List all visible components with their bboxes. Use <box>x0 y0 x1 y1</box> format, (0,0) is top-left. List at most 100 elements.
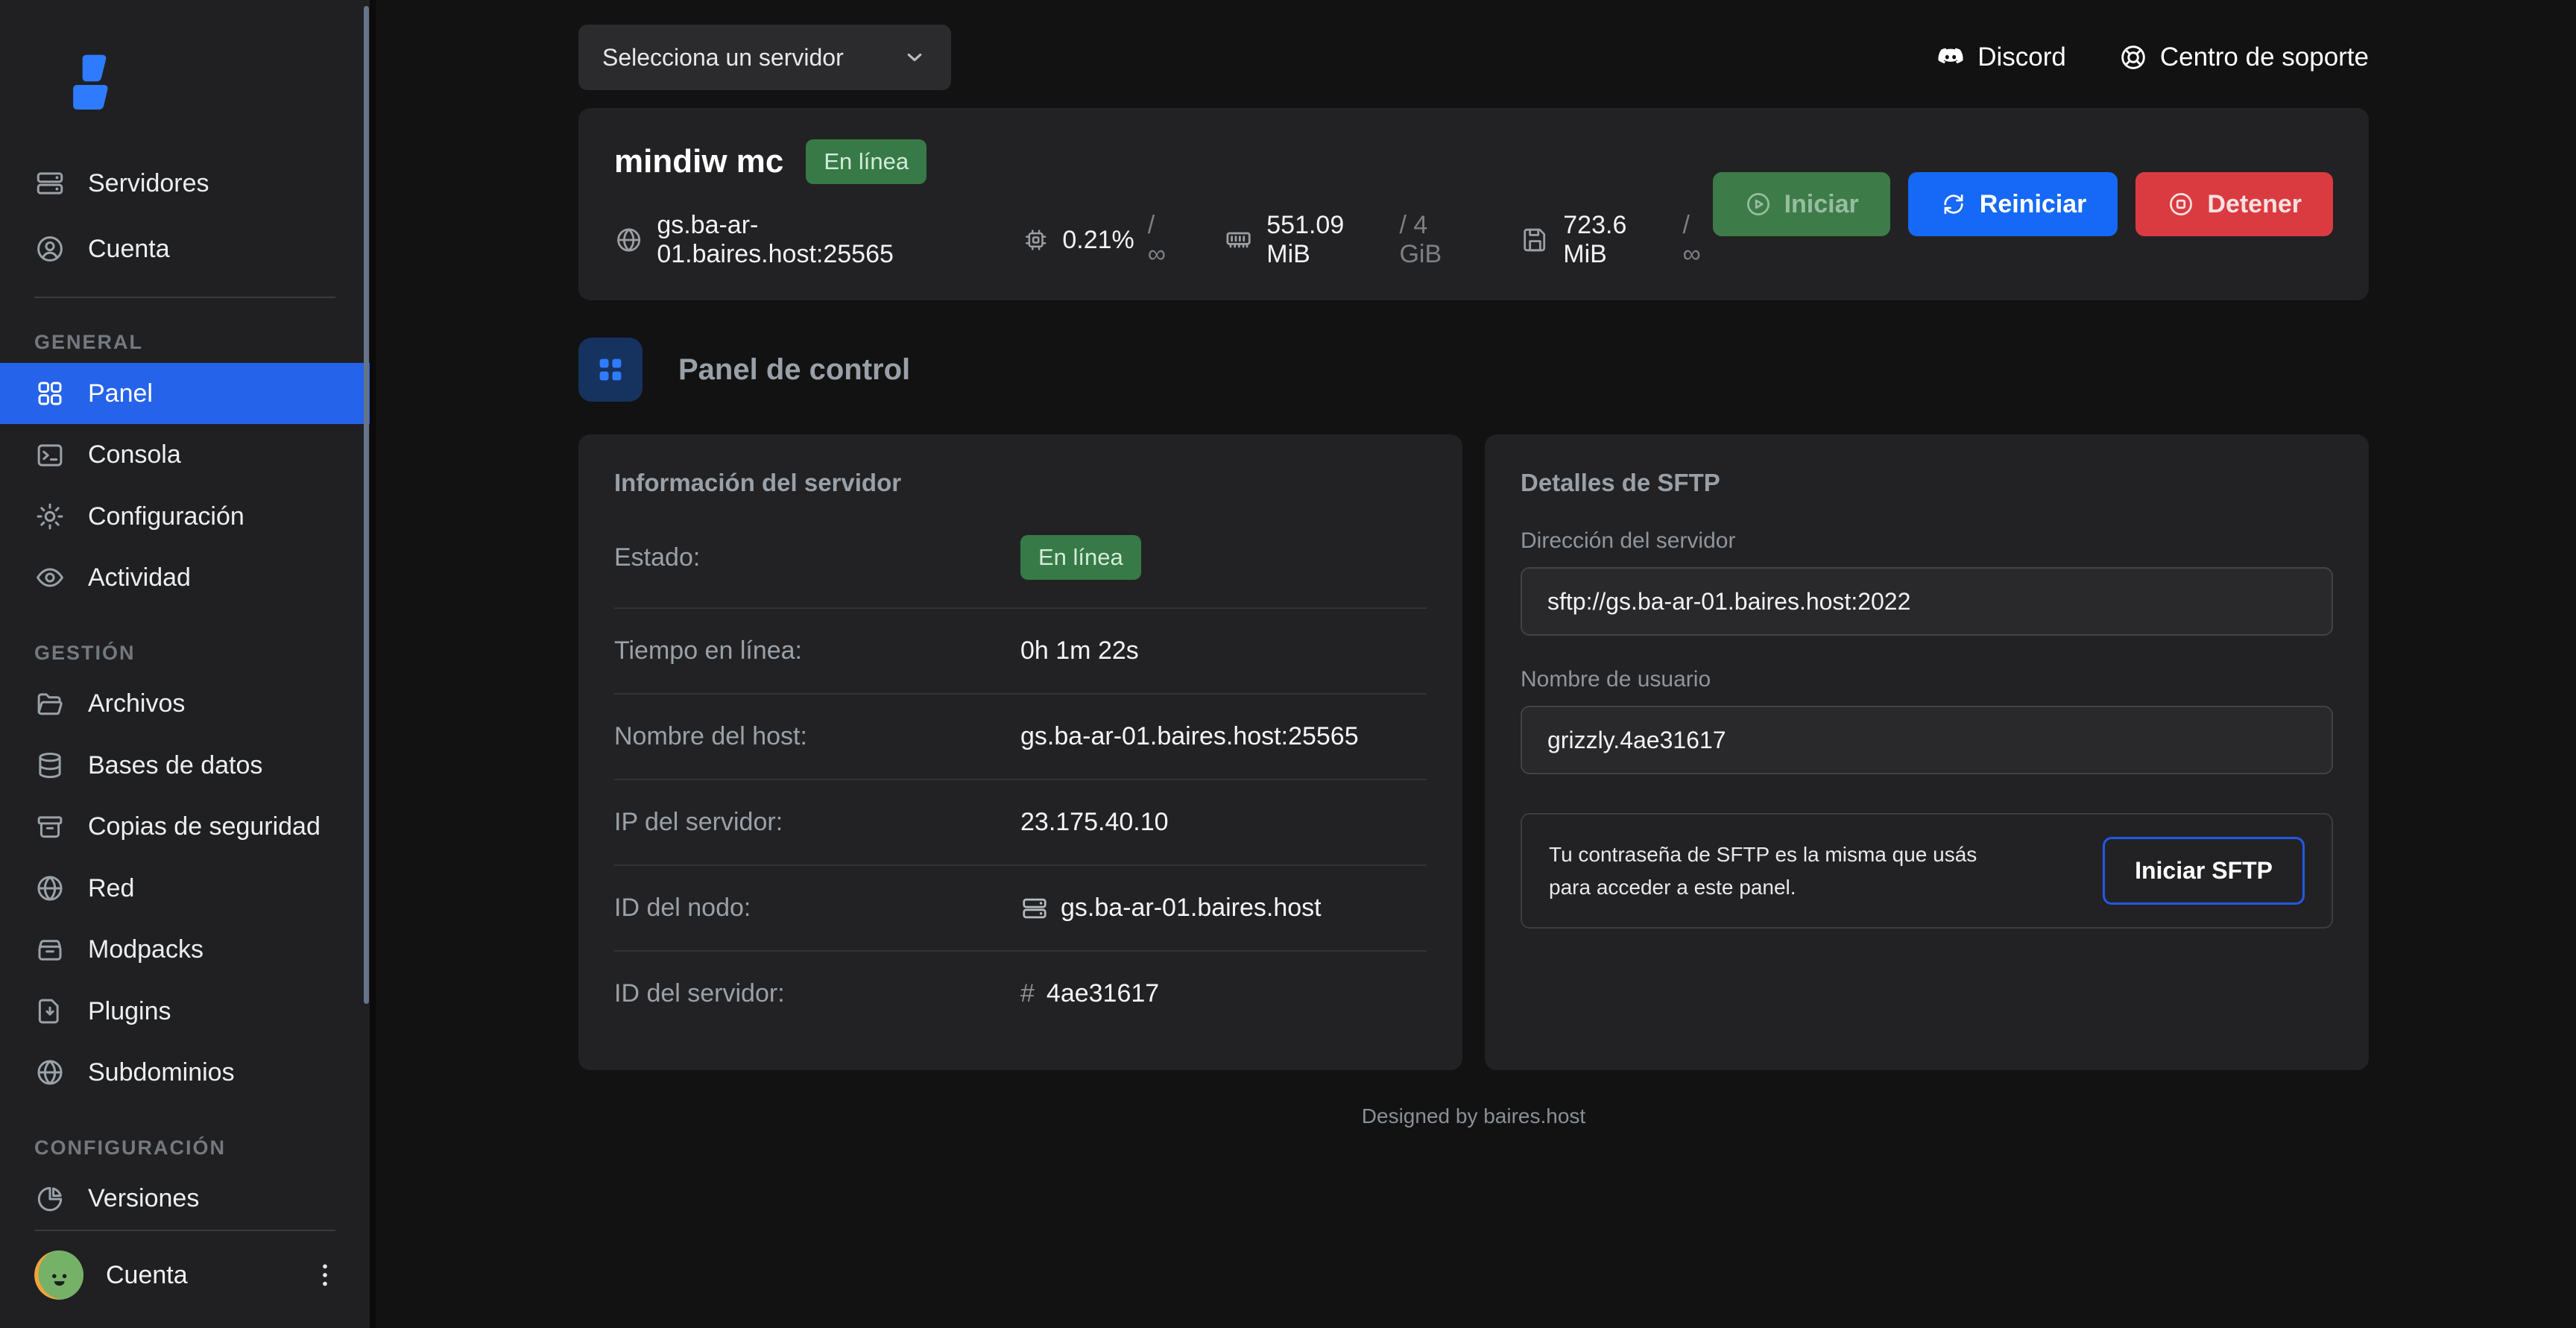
stop-circle-icon <box>2167 190 2195 218</box>
kebab-menu-icon[interactable] <box>310 1260 340 1290</box>
memory-icon <box>1224 224 1253 256</box>
lifebuoy-icon <box>2118 42 2148 72</box>
sidebar-item-label: Servidores <box>88 169 209 198</box>
sidebar-section-configuracion: CONFIGURACIÓN <box>0 1136 370 1160</box>
baires-logo-icon <box>58 49 130 121</box>
user-circle-icon <box>34 233 66 265</box>
sidebar: Servidores Cuenta GENERAL Panel Consola … <box>0 0 376 1328</box>
info-row-value: gs.ba-ar-01.baires.host:25565 <box>1020 722 1359 751</box>
sidebar-item-subdominios[interactable]: Subdominios <box>0 1042 370 1103</box>
stat-address: gs.ba-ar-01.baires.host:25565 <box>614 211 973 269</box>
server-header-card: mindiw mc En línea gs.ba-ar-01.baires.ho… <box>578 108 2369 300</box>
sidebar-item-bases-de-datos[interactable]: Bases de datos <box>0 735 370 796</box>
sftp-username-field[interactable]: grizzly.4ae31617 <box>1521 706 2333 774</box>
restart-button[interactable]: Reiniciar <box>1908 172 2118 236</box>
page-heading: Panel de control <box>578 338 2369 402</box>
server-info-rows: Estado: En línea Tiempo en línea: 0h 1m … <box>614 508 1427 1036</box>
server-name: mindiw mc <box>614 143 783 180</box>
account-label: Cuenta <box>106 1261 188 1290</box>
sidebar-item-label: Bases de datos <box>88 751 262 780</box>
archive-icon <box>34 812 66 843</box>
server-select-dropdown[interactable]: Selecciona un servidor <box>578 25 951 90</box>
sidebar-item-label: Actividad <box>88 563 191 592</box>
discord-icon <box>1936 42 1966 72</box>
restart-button-label: Reiniciar <box>1980 190 2087 219</box>
sidebar-item-servidores[interactable]: Servidores <box>0 151 370 216</box>
stat-disk-limit: / ∞ <box>1683 211 1713 269</box>
footer-credit: Designed by baires.host <box>578 1104 2369 1128</box>
info-row-label: Tiempo en línea: <box>614 636 1020 665</box>
stat-cpu-value: 0.21% <box>1062 226 1134 255</box>
support-center-label: Centro de soporte <box>2160 42 2369 72</box>
info-row-label: Estado: <box>614 543 1020 572</box>
launch-sftp-button[interactable]: Iniciar SFTP <box>2103 837 2305 905</box>
sidebar-item-label: Archivos <box>88 689 185 718</box>
server-actions: Iniciar Reiniciar Detener <box>1713 172 2333 236</box>
sftp-username-label: Nombre de usuario <box>1521 667 2333 692</box>
stop-button[interactable]: Detener <box>2135 172 2333 236</box>
sidebar-item-cuenta[interactable]: Cuenta <box>0 216 370 282</box>
sidebar-section-general: GENERAL <box>0 331 370 354</box>
info-row-label: ID del nodo: <box>614 894 1020 923</box>
sidebar-item-label: Modpacks <box>88 935 203 964</box>
info-row-uptime: Tiempo en línea: 0h 1m 22s <box>614 607 1427 693</box>
sidebar-item-label: Consola <box>88 440 181 469</box>
info-row-hostname: Nombre del host: gs.ba-ar-01.baires.host… <box>614 693 1427 779</box>
sidebar-primary-nav: Servidores Cuenta <box>0 151 370 282</box>
discord-link[interactable]: Discord <box>1936 42 2066 72</box>
info-row-server-id: ID del servidor: # 4ae31617 <box>614 950 1427 1036</box>
info-row-label: Nombre del host: <box>614 722 1020 751</box>
sidebar-item-label: Panel <box>88 379 153 408</box>
info-row-estado: Estado: En línea <box>614 508 1427 607</box>
info-row-value: gs.ba-ar-01.baires.host <box>1061 894 1322 923</box>
server-info-card: Información del servidor Estado: En líne… <box>578 434 1462 1070</box>
sidebar-item-actividad[interactable]: Actividad <box>0 547 370 608</box>
sidebar-item-red[interactable]: Red <box>0 858 370 919</box>
eye-icon <box>34 562 66 593</box>
page-title: Panel de control <box>678 353 910 387</box>
account-row[interactable]: Cuenta <box>0 1231 370 1328</box>
disk-icon <box>1521 224 1550 256</box>
info-row-label: IP del servidor: <box>614 808 1020 837</box>
sidebar-scrollbar[interactable] <box>364 6 369 1004</box>
start-button[interactable]: Iniciar <box>1713 172 1890 236</box>
cards-row: Información del servidor Estado: En líne… <box>578 434 2369 1070</box>
grid-icon <box>593 352 628 387</box>
box-icon <box>34 935 66 966</box>
hash-prefix: # <box>1020 979 1035 1008</box>
avatar <box>34 1250 83 1300</box>
file-download-icon <box>34 996 66 1027</box>
sidebar-item-plugins[interactable]: Plugins <box>0 981 370 1042</box>
stat-ram: 551.09 MiB / 4 GiB <box>1224 211 1471 269</box>
sidebar-item-versiones[interactable]: Versiones <box>0 1169 370 1230</box>
sidebar-section-gestion: GESTIÓN <box>0 642 370 665</box>
info-row-value: 4ae31617 <box>1046 979 1159 1008</box>
server-status-badge: En línea <box>806 139 926 184</box>
sftp-card: Detalles de SFTP Dirección del servidor … <box>1485 434 2369 1070</box>
sidebar-item-archivos[interactable]: Archivos <box>0 674 370 735</box>
terminal-icon <box>34 440 66 471</box>
stat-disk: 723.6 MiB / ∞ <box>1521 211 1712 269</box>
support-center-link[interactable]: Centro de soporte <box>2118 42 2369 72</box>
sidebar-item-label: Configuración <box>88 502 244 531</box>
server-summary: mindiw mc En línea gs.ba-ar-01.baires.ho… <box>614 139 1713 269</box>
sftp-address-field[interactable]: sftp://gs.ba-ar-01.baires.host:2022 <box>1521 567 2333 636</box>
sidebar-item-modpacks[interactable]: Modpacks <box>0 919 370 980</box>
cpu-icon <box>1023 224 1049 256</box>
discord-label: Discord <box>1977 42 2066 72</box>
brand-logo[interactable] <box>0 0 370 121</box>
sidebar-item-configuracion[interactable]: Configuración <box>0 486 370 547</box>
stop-button-label: Detener <box>2207 190 2302 219</box>
info-row-value: 0h 1m 22s <box>1020 636 1139 665</box>
sidebar-item-label: Copias de seguridad <box>88 812 321 841</box>
sftp-title: Detalles de SFTP <box>1521 469 2333 497</box>
server-icon <box>1020 894 1049 923</box>
status-badge: En línea <box>1020 535 1141 580</box>
start-button-label: Iniciar <box>1784 190 1859 219</box>
sidebar-item-consola[interactable]: Consola <box>0 424 370 485</box>
sidebar-item-copias-de-seguridad[interactable]: Copias de seguridad <box>0 797 370 858</box>
stat-cpu-limit: / ∞ <box>1148 211 1175 269</box>
sftp-note-text: Tu contraseña de SFTP es la misma que us… <box>1549 838 2002 903</box>
sidebar-item-panel[interactable]: Panel <box>0 363 370 424</box>
stat-cpu: 0.21% / ∞ <box>1023 211 1175 269</box>
